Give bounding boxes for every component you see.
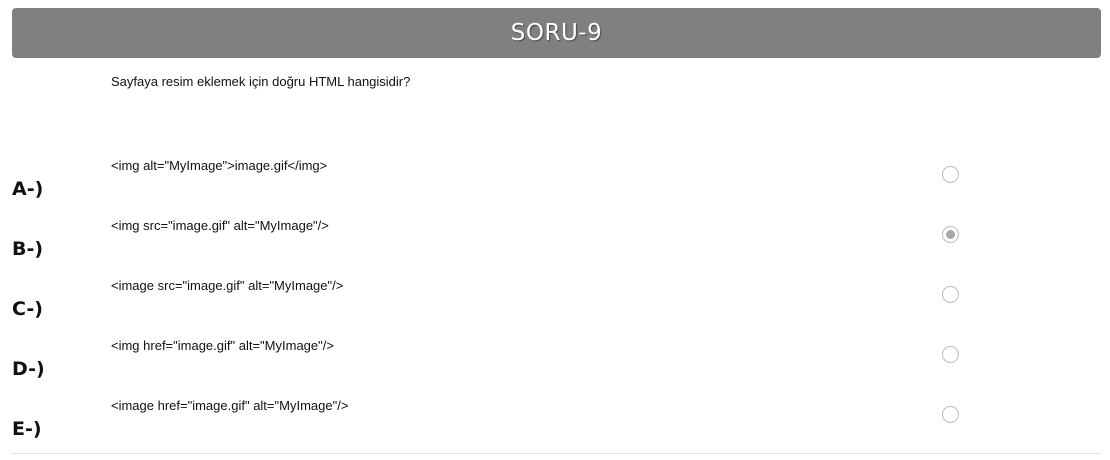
option-text-e: <image href="image.gif" alt="MyImage"/> xyxy=(111,398,349,413)
option-row-b: B-) <img src="image.gif" alt="MyImage"/> xyxy=(0,214,1110,274)
option-letter-e: E-) xyxy=(12,418,42,440)
option-letter-c: C-) xyxy=(12,298,43,320)
question-text: Sayfaya resim eklemek için doğru HTML ha… xyxy=(111,74,411,89)
option-row-e: E-) <image href="image.gif" alt="MyImage… xyxy=(0,394,1110,454)
option-row-d: D-) <img href="image.gif" alt="MyImage"/… xyxy=(0,334,1110,394)
option-text-b: <img src="image.gif" alt="MyImage"/> xyxy=(111,218,329,233)
option-radio-c[interactable] xyxy=(942,286,959,303)
bottom-divider xyxy=(12,453,1101,454)
option-radio-a[interactable] xyxy=(942,166,959,183)
option-radio-e[interactable] xyxy=(942,406,959,423)
option-letter-a: A-) xyxy=(12,178,44,200)
question-header: SORU-9 xyxy=(12,8,1101,58)
option-row-c: C-) <image src="image.gif" alt="MyImage"… xyxy=(0,274,1110,334)
option-radio-d[interactable] xyxy=(942,346,959,363)
option-text-a: <img alt="MyImage">image.gif</img> xyxy=(111,158,328,173)
option-letter-b: B-) xyxy=(12,238,44,260)
option-letter-d: D-) xyxy=(12,358,45,380)
option-row-a: A-) <img alt="MyImage">image.gif</img> xyxy=(0,154,1110,214)
option-text-c: <image src="image.gif" alt="MyImage"/> xyxy=(111,278,344,293)
option-radio-b[interactable] xyxy=(942,226,959,243)
option-text-d: <img href="image.gif" alt="MyImage"/> xyxy=(111,338,334,353)
question-number-title: SORU-9 xyxy=(510,20,603,46)
